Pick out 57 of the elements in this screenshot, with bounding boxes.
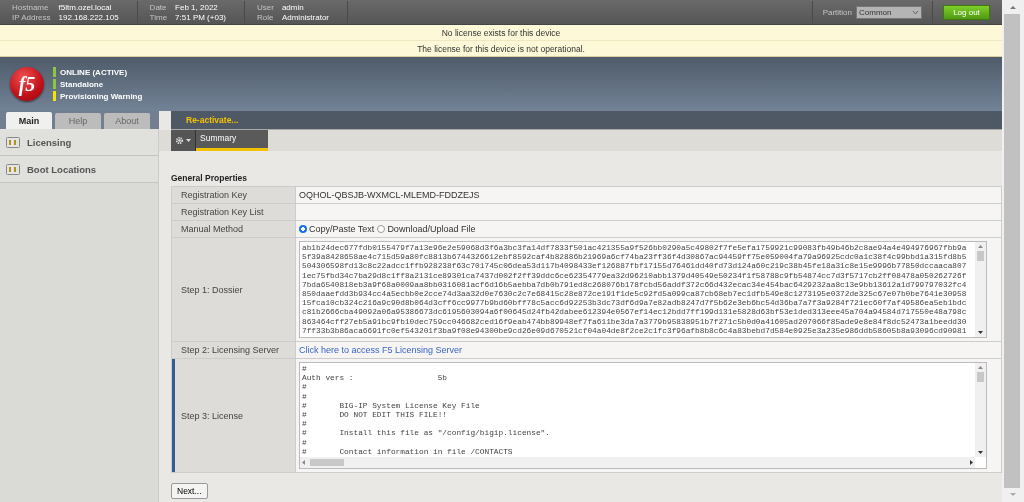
scroll-up-icon[interactable] [976, 363, 985, 371]
summary-tab[interactable]: Summary [196, 130, 268, 151]
radio-button[interactable] [377, 225, 386, 233]
status-text: ONLINE (ACTIVE) [60, 67, 128, 77]
scrollbar-thumb[interactable] [310, 459, 344, 466]
property-value: OQHOL-QBSJB-WXMCL-MLEMD-FDDZEJS [299, 190, 480, 200]
scrollbar-thumb[interactable] [977, 251, 984, 261]
scroll-down-icon[interactable] [976, 329, 985, 337]
page-scrollbar[interactable] [1002, 0, 1024, 502]
nav-tab[interactable]: Help [55, 113, 101, 129]
gear-icon [175, 136, 184, 145]
partition-label: Partition [822, 7, 852, 17]
field-label: Time [149, 12, 168, 22]
field-value: admin [281, 2, 305, 12]
field-label: User [257, 2, 274, 12]
property-label: Step 1: Dossier [172, 238, 295, 341]
field-value: Feb 1, 2022 [175, 2, 219, 12]
alert-message: No license exists for this device [441, 27, 561, 38]
settings-menu[interactable] [171, 130, 196, 151]
scroll-right-icon[interactable] [967, 458, 975, 467]
scroll-left-icon[interactable] [300, 458, 308, 467]
section-title: General Properties [171, 173, 249, 183]
reactivate-link[interactable]: Re-activate... [186, 115, 239, 125]
caret-icon [912, 9, 919, 15]
nav-tab[interactable]: About [104, 113, 150, 129]
property-label: Step 2: Licensing Server [172, 342, 295, 358]
field-value: f5ltm.ozel.local [58, 2, 113, 12]
alert-message: The license for this device is not operational. [417, 43, 585, 54]
field-label: Date [149, 2, 168, 12]
property-label: Registration Key List [172, 204, 295, 220]
field-label: IP Address [12, 12, 51, 22]
licensing-server-link[interactable]: Click here to access F5 Licensing Server [299, 345, 463, 355]
property-label: Step 3: License [172, 359, 295, 472]
partition-select[interactable]: Common [856, 5, 922, 19]
radio-button[interactable] [299, 225, 307, 233]
module-icon [6, 163, 20, 175]
sidebar-item[interactable]: Boot Locations [0, 156, 158, 183]
next-button[interactable]: Next... [171, 483, 208, 499]
field-value: 192.168.222.105 [58, 12, 119, 22]
status-text: Provisioning Warning [60, 91, 143, 101]
module-icon [6, 136, 20, 148]
radio-label[interactable]: Download/Upload File [387, 224, 476, 234]
sidebar-item[interactable]: Licensing [0, 129, 158, 156]
logo: f5 [10, 67, 44, 101]
nav-tab[interactable]: Main [6, 112, 52, 129]
field-label: Hostname [12, 2, 50, 12]
caret-icon [186, 138, 191, 143]
radio-label[interactable]: Copy/Paste Text [309, 224, 375, 234]
field-value: 7:51 PM (+03) [175, 12, 226, 22]
property-label: Manual Method [172, 221, 295, 237]
status-text: Standalone [60, 79, 104, 89]
field-label: Role [257, 12, 274, 22]
scroll-up-icon[interactable] [976, 242, 985, 250]
property-label: Registration Key [172, 187, 295, 203]
scrollbar-thumb[interactable] [977, 372, 984, 382]
scroll-down-icon[interactable] [976, 449, 985, 457]
field-value: Administrator [281, 12, 330, 22]
